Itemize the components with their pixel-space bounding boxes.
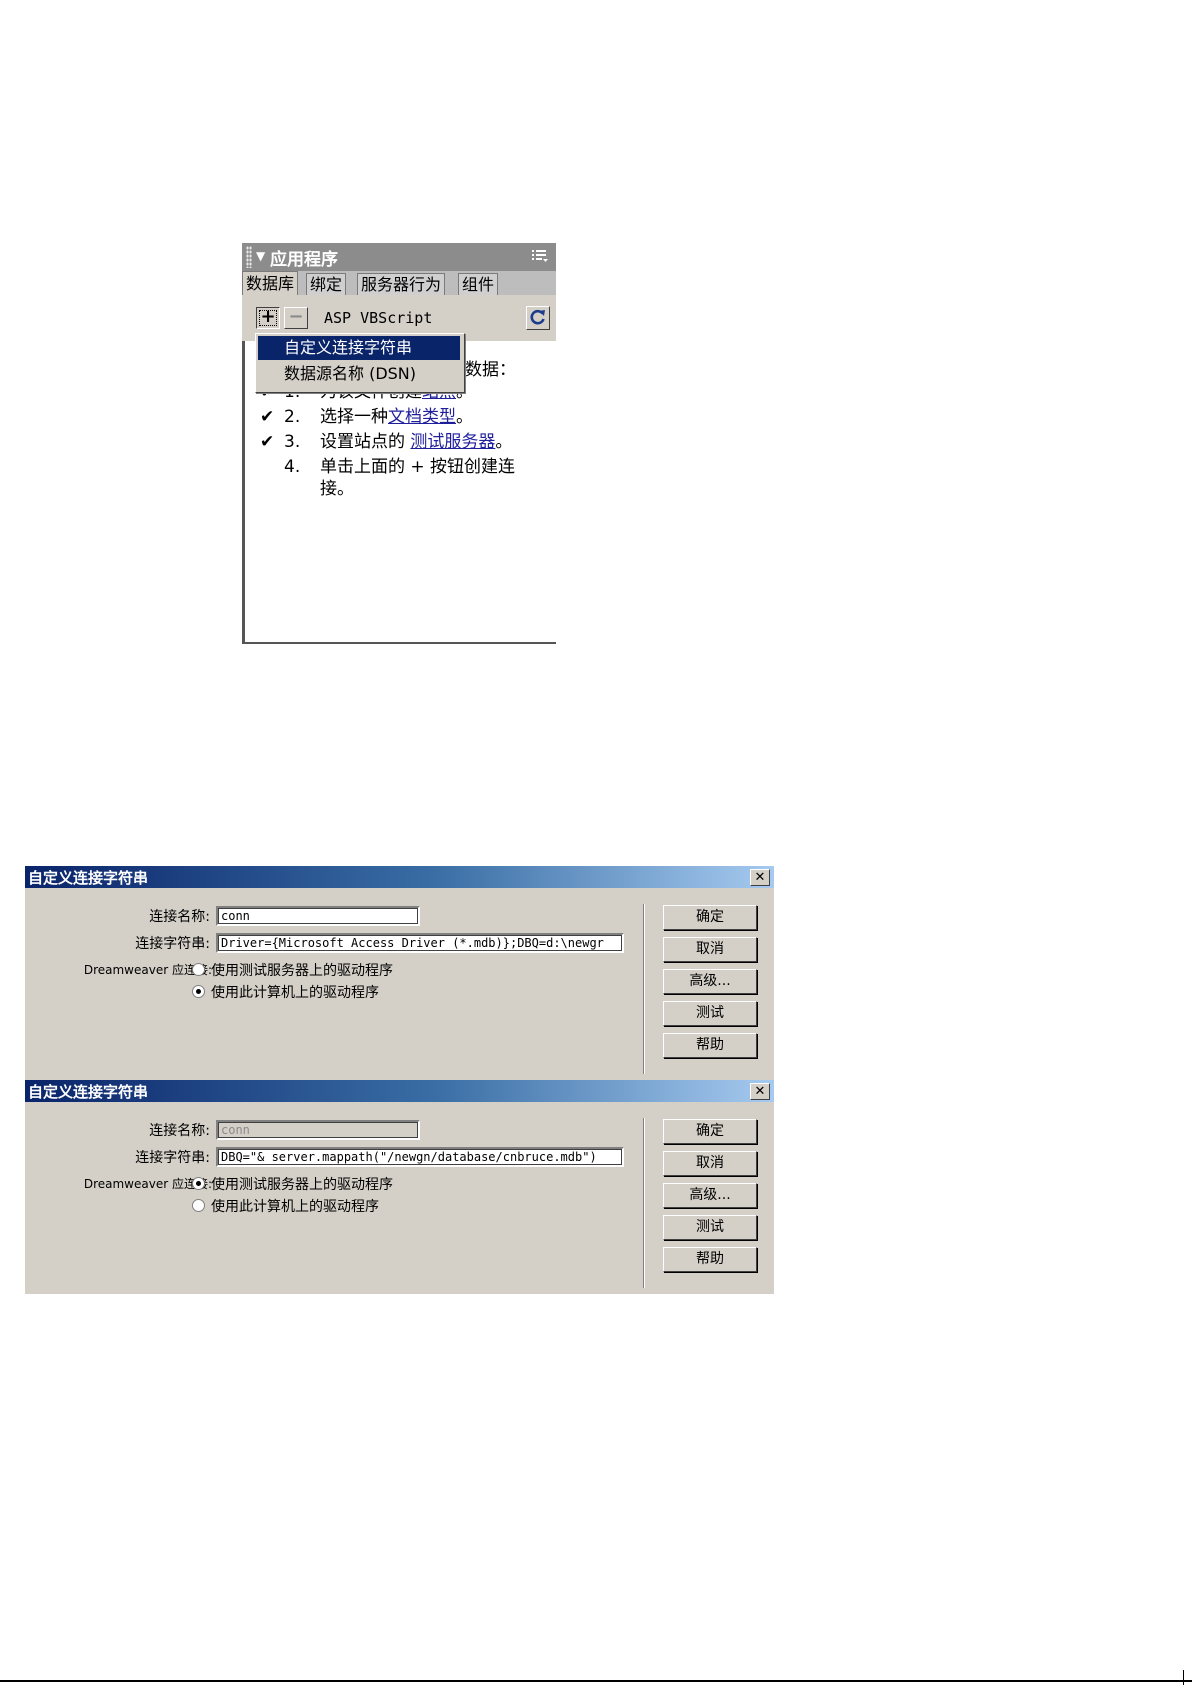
intro-text: 数据：: [465, 360, 516, 380]
connection-name-label: 连接名称:: [149, 1123, 210, 1139]
connection-string-label: 连接字符串:: [135, 1150, 210, 1166]
add-connection-button[interactable]: +: [256, 307, 280, 329]
connection-name-input[interactable]: conn: [216, 1120, 420, 1140]
dialog-titlebar[interactable]: 自定义连接字符串 ✕: [25, 866, 774, 888]
radio-testing-server[interactable]: 使用测试服务器上的驱动程序: [192, 960, 393, 980]
ok-button[interactable]: 确定: [663, 905, 757, 930]
step-text: 设置站点的: [320, 432, 411, 452]
refresh-button[interactable]: [526, 306, 550, 330]
close-icon[interactable]: ✕: [750, 869, 770, 886]
connection-name-input[interactable]: conn: [216, 906, 420, 926]
menu-item-custom-connection-string[interactable]: 自定义连接字符串: [258, 336, 460, 360]
panel-options-icon[interactable]: [532, 249, 548, 263]
test-button[interactable]: 测试: [663, 1215, 757, 1240]
connect-using-label: Dreamweaver 应连接:: [83, 963, 212, 977]
check-icon: ✔: [260, 407, 275, 427]
radio-label: 使用此计算机上的驱动程序: [211, 985, 379, 1001]
panel-titlebar[interactable]: ▼ 应用程序: [242, 243, 556, 271]
step-2: ✔ 2. 选择一种文档类型。: [260, 406, 473, 428]
ok-button[interactable]: 确定: [663, 1119, 757, 1144]
radio-icon-checked[interactable]: [192, 1177, 205, 1190]
step-number: 2.: [284, 407, 301, 427]
testing-server-link[interactable]: 测试服务器: [410, 432, 495, 452]
dialog-title: 自定义连接字符串: [28, 1083, 149, 1101]
remove-connection-button[interactable]: −: [284, 307, 308, 329]
document-type-label: ASP VBScript: [324, 309, 433, 327]
step-text: 选择一种: [320, 407, 388, 427]
connection-string-input[interactable]: DBQ="& server.mappath("/newgn/database/c…: [216, 1147, 624, 1167]
panel-tabs: 数据库 绑定 服务器行为 组件: [242, 271, 556, 295]
step-text-continued: 接。: [320, 479, 354, 499]
help-button[interactable]: 帮助: [663, 1247, 757, 1272]
page-edge-tick: [1183, 1670, 1184, 1685]
help-button[interactable]: 帮助: [663, 1033, 757, 1058]
tab-bindings[interactable]: 绑定: [306, 273, 347, 295]
close-icon[interactable]: ✕: [750, 1083, 770, 1100]
connection-string-label: 连接字符串:: [135, 936, 210, 952]
step-text: 单击上面的 + 按钮创建连: [320, 457, 516, 477]
connection-string-input[interactable]: Driver={Microsoft Access Driver (*.mdb)}…: [216, 933, 624, 953]
radio-icon[interactable]: [192, 1199, 205, 1212]
advanced-button[interactable]: 高级...: [663, 1183, 757, 1208]
step-number: 3.: [284, 432, 301, 452]
step-3: ✔ 3. 设置站点的 测试服务器。: [260, 431, 512, 453]
cancel-button[interactable]: 取消: [663, 937, 757, 962]
check-icon: ✔: [260, 432, 275, 452]
radio-testing-server[interactable]: 使用测试服务器上的驱动程序: [192, 1174, 393, 1194]
separator: [643, 904, 645, 1074]
tab-server-behaviors[interactable]: 服务器行为: [357, 273, 446, 295]
separator: [643, 1118, 645, 1288]
dialog-title: 自定义连接字符串: [28, 869, 149, 887]
tab-database[interactable]: 数据库: [242, 271, 299, 295]
radio-this-machine[interactable]: 使用此计算机上的驱动程序: [192, 982, 379, 1002]
page-bottom-rule: [0, 1680, 1192, 1682]
step-number: 4.: [284, 457, 301, 477]
menu-item-dsn[interactable]: 数据源名称 (DSN): [258, 362, 460, 386]
custom-connection-dialog-2: 自定义连接字符串 ✕ 连接名称: conn 连接字符串: DBQ="& serv…: [25, 1080, 774, 1294]
refresh-icon: [530, 309, 545, 325]
panel-grip-icon[interactable]: [246, 246, 252, 268]
radio-label: 使用此计算机上的驱动程序: [211, 1199, 379, 1215]
cancel-button[interactable]: 取消: [663, 1151, 757, 1176]
connection-name-label: 连接名称:: [149, 909, 210, 925]
radio-label: 使用测试服务器上的驱动程序: [211, 963, 393, 979]
advanced-button[interactable]: 高级...: [663, 969, 757, 994]
document-type-link[interactable]: 文档类型: [388, 407, 456, 427]
radio-icon[interactable]: [192, 963, 205, 976]
connect-using-label: Dreamweaver 应连接:: [83, 1177, 212, 1191]
radio-icon-checked[interactable]: [192, 985, 205, 998]
collapse-arrow-icon[interactable]: ▼: [256, 249, 265, 263]
add-connection-menu: 自定义连接字符串 数据源名称 (DSN): [255, 333, 465, 393]
radio-label: 使用测试服务器上的驱动程序: [211, 1177, 393, 1193]
application-panel: ▼ 应用程序 数据库 绑定 服务器行为 组件 + − ASP VBScript …: [242, 243, 556, 644]
step-end: 。: [495, 432, 513, 452]
panel-title: 应用程序: [270, 250, 338, 270]
tab-components[interactable]: 组件: [458, 273, 499, 295]
test-button[interactable]: 测试: [663, 1001, 757, 1026]
radio-this-machine[interactable]: 使用此计算机上的驱动程序: [192, 1196, 379, 1216]
step-end: 。: [456, 407, 473, 427]
step-4: 4. 单击上面的 + 按钮创建连 接。: [260, 456, 516, 499]
dialog-titlebar[interactable]: 自定义连接字符串 ✕: [25, 1080, 774, 1102]
custom-connection-dialog-1: 自定义连接字符串 ✕ 连接名称: conn 连接字符串: Driver={Mic…: [25, 866, 774, 1080]
